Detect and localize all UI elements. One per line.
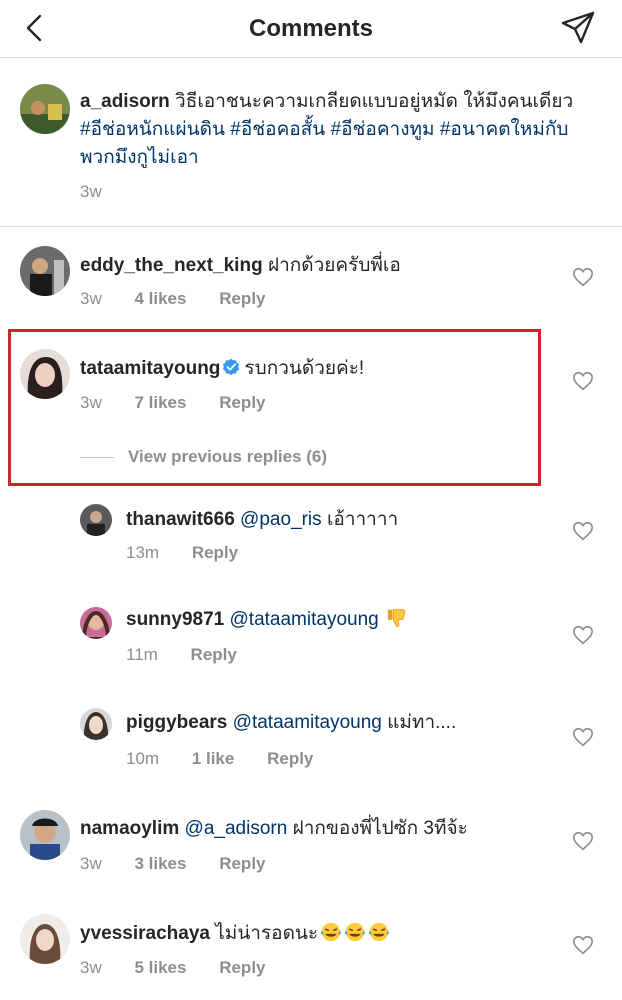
comment-text: tataamitayoung รบกวนด้วยค่ะ! — [80, 355, 540, 383]
avatar[interactable] — [20, 246, 70, 296]
reply-text: piggybears @tataamitayoung แม่ทา.... — [126, 709, 546, 737]
reply-meta: 10m 1 like Reply — [126, 749, 341, 769]
comment-body: ฝากด้วยครับพี่เอ — [267, 255, 401, 276]
view-previous-replies-button[interactable]: View previous replies (6) — [80, 447, 327, 467]
avatar[interactable] — [80, 708, 112, 740]
comment-username[interactable]: yvessirachaya — [80, 923, 210, 944]
likes-count[interactable]: 5 likes — [134, 958, 186, 977]
reply-text: sunny9871 @tataamitayoung — [126, 606, 546, 634]
avatar[interactable] — [20, 84, 70, 134]
comment-text: namaoylim @a_adisorn ฝากของพี่ไปซัก 3ทีจ… — [80, 815, 550, 843]
hashtag[interactable]: #อีช่อหนักแผ่นดิน — [80, 119, 225, 140]
comment-meta: 3w 7 likes Reply — [80, 393, 294, 413]
timestamp: 3w — [80, 854, 102, 873]
timestamp: 3w — [80, 289, 102, 308]
timestamp: 11m — [126, 645, 158, 664]
reply-username[interactable]: piggybears — [126, 712, 227, 733]
caption-body: วิธีเอาชนะความเกลียดแบบอยู่หมัด ให้มึงคน… — [175, 91, 574, 112]
reply-button[interactable]: Reply — [191, 645, 237, 664]
face-with-tears-of-joy-icon — [369, 922, 390, 942]
likes-count[interactable]: 3 likes — [134, 854, 186, 873]
hashtag[interactable]: #อีช่อคอสั้น — [230, 119, 325, 140]
likes-count[interactable]: 4 likes — [134, 289, 186, 308]
avatar-image — [80, 708, 112, 740]
comment-body: ฝากของพี่ไปซัก 3ทีจ้ะ — [292, 818, 468, 839]
reply-button[interactable]: Reply — [219, 854, 265, 873]
comment-text: yvessirachaya ไม่น่ารอดนะ — [80, 920, 550, 948]
avatar[interactable] — [20, 810, 70, 860]
comment-username[interactable]: eddy_the_next_king — [80, 255, 263, 276]
comment-username[interactable]: tataamitayoung — [80, 358, 220, 379]
face-with-tears-of-joy-icon — [321, 922, 342, 942]
comment-body: รบกวนด้วยค่ะ! — [244, 358, 365, 379]
avatar-image — [20, 914, 70, 964]
heart-icon[interactable] — [572, 624, 594, 646]
comment-body: ไม่น่ารอดนะ — [215, 923, 319, 944]
avatar[interactable] — [80, 504, 112, 536]
divider — [0, 226, 622, 227]
comment-meta: 3w 4 likes Reply — [80, 289, 294, 309]
verified-badge-icon — [223, 358, 240, 376]
reply-body: เอ้าาาาา — [326, 509, 399, 530]
timestamp: 10m — [126, 749, 160, 768]
thumbs-down-icon — [387, 609, 406, 628]
heart-icon[interactable] — [572, 934, 594, 956]
avatar-image — [20, 246, 70, 296]
comment-meta: 3w 3 likes Reply — [80, 854, 294, 874]
reply-text: thanawit666 @pao_ris เอ้าาาาา — [126, 506, 546, 534]
divider-line — [80, 457, 114, 459]
caption-username[interactable]: a_adisorn — [80, 91, 170, 112]
reply-username[interactable]: sunny9871 — [126, 609, 224, 630]
timestamp: 3w — [80, 958, 102, 977]
face-with-tears-of-joy-icon — [345, 922, 366, 942]
reply-body: แม่ทา.... — [387, 712, 457, 733]
reply-button[interactable]: Reply — [219, 289, 265, 308]
likes-count[interactable]: 7 likes — [134, 393, 186, 412]
reply-meta: 11m Reply — [126, 645, 265, 665]
direct-share-icon[interactable] — [560, 10, 596, 46]
reply-button[interactable]: Reply — [219, 958, 265, 977]
comment-text: eddy_the_next_king ฝากด้วยครับพี่เอ — [80, 252, 550, 280]
heart-icon[interactable] — [572, 520, 594, 542]
avatar-image — [20, 84, 70, 134]
heart-icon[interactable] — [572, 726, 594, 748]
timestamp: 3w — [80, 393, 102, 412]
header-bar: Comments — [0, 0, 622, 58]
reply-button[interactable]: Reply — [192, 543, 238, 562]
avatar-image — [80, 504, 112, 536]
reply-username[interactable]: thanawit666 — [126, 509, 235, 530]
mention-link[interactable]: @pao_ris — [240, 509, 322, 530]
likes-count[interactable]: 1 like — [192, 749, 235, 768]
mention-link[interactable]: @a_adisorn — [185, 818, 288, 839]
timestamp: 3w — [80, 182, 102, 201]
caption-text: a_adisorn วิธีเอาชนะความเกลียดแบบอยู่หมั… — [80, 88, 600, 172]
avatar[interactable] — [20, 349, 70, 399]
hashtag[interactable]: #อีช่อคางทูม — [331, 119, 435, 140]
avatar[interactable] — [20, 914, 70, 964]
avatar-image — [80, 607, 112, 639]
page-title: Comments — [248, 15, 374, 42]
avatar-image — [20, 349, 70, 399]
heart-icon[interactable] — [572, 830, 594, 852]
heart-icon[interactable] — [572, 266, 594, 288]
view-previous-label: View previous replies (6) — [128, 447, 328, 466]
reply-meta: 13m Reply — [126, 543, 266, 563]
timestamp: 13m — [126, 543, 160, 562]
mention-link[interactable]: @tataamitayoung — [230, 609, 379, 630]
avatar[interactable] — [80, 607, 112, 639]
comment-username[interactable]: namaoylim — [80, 818, 179, 839]
heart-icon[interactable] — [572, 370, 594, 392]
reply-button[interactable]: Reply — [219, 393, 265, 412]
mention-link[interactable]: @tataamitayoung — [233, 712, 382, 733]
avatar-image — [20, 810, 70, 860]
comment-meta: 3w 5 likes Reply — [80, 958, 294, 978]
reply-button[interactable]: Reply — [267, 749, 313, 768]
caption-meta: 3w — [80, 182, 130, 202]
